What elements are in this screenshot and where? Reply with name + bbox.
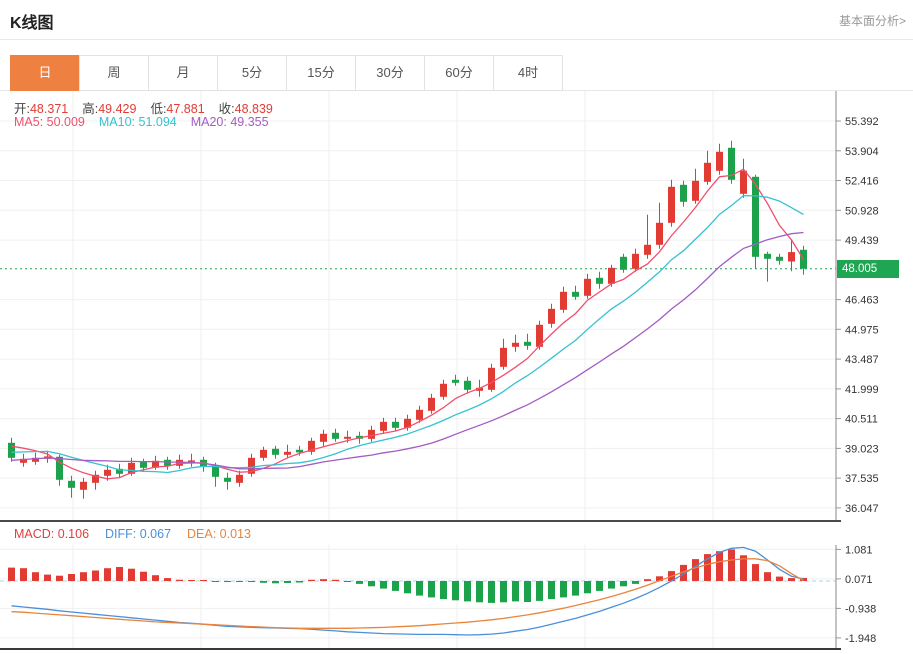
readout-item: 低:47.881: [150, 102, 218, 116]
svg-text:37.535: 37.535: [845, 473, 879, 485]
tab-月[interactable]: 月: [148, 55, 218, 91]
readout-item: MA5: 50.009: [14, 115, 85, 129]
ma-readout: MA5: 50.009 MA10: 51.094 MA20: 49.355: [14, 115, 283, 129]
svg-text:46.463: 46.463: [845, 295, 879, 307]
chart-bottom-border: [0, 648, 841, 650]
macd-chart-svg[interactable]: 1.081 0.071 -0.938 -1.948: [0, 545, 913, 648]
svg-text:41.999: 41.999: [845, 384, 879, 396]
price-chart-svg[interactable]: 55.392 53.904 52.416 50.928 49.439 46.463 44.9…: [0, 91, 913, 520]
svg-text:53.904: 53.904: [845, 146, 879, 158]
readout-item: DEA: 0.013: [187, 527, 251, 541]
readout-item: MA20: 49.355: [191, 115, 269, 129]
svg-text:49.439: 49.439: [845, 235, 879, 247]
svg-text:1.081: 1.081: [845, 545, 873, 556]
readout-item: MACD: 0.106: [14, 527, 89, 541]
svg-text:50.928: 50.928: [845, 205, 879, 217]
tab-日[interactable]: 日: [10, 55, 80, 91]
svg-text:40.511: 40.511: [845, 414, 878, 426]
current-price-tag: 48.005: [837, 260, 899, 278]
svg-text:44.975: 44.975: [845, 324, 879, 336]
readout-item: 高:49.429: [82, 102, 150, 116]
svg-text:0.071: 0.071: [845, 574, 873, 586]
page-title: K线图: [10, 9, 54, 33]
tab-30分[interactable]: 30分: [355, 55, 425, 91]
svg-text:36.047: 36.047: [845, 503, 879, 515]
panel-separator: [0, 520, 841, 522]
svg-text:55.392: 55.392: [845, 116, 879, 128]
svg-text:39.023: 39.023: [845, 443, 879, 455]
readout-item: 收:48.839: [219, 102, 287, 116]
fundamental-analysis-link[interactable]: 基本面分析>: [839, 12, 906, 29]
svg-text:52.416: 52.416: [845, 176, 879, 188]
svg-text:43.487: 43.487: [845, 354, 879, 366]
tab-周[interactable]: 周: [79, 55, 149, 91]
page-header: K线图 基本面分析>: [0, 0, 913, 40]
chart-area: 55.392 53.904 52.416 50.928 49.439 46.463 44.9…: [0, 91, 913, 653]
interval-tabs: 日周月5分15分30分60分4时: [0, 55, 913, 91]
kline-page: K线图 基本面分析> 日周月5分15分30分60分4时 55.392 53.904…: [0, 0, 913, 654]
macd-readout: MACD: 0.106 DIFF: 0.067 DEA: 0.013: [14, 527, 267, 541]
readout-item: MA10: 51.094: [99, 115, 177, 129]
tab-60分[interactable]: 60分: [424, 55, 494, 91]
tab-5分[interactable]: 5分: [217, 55, 287, 91]
readout-item: DIFF: 0.067: [105, 527, 171, 541]
tab-4时[interactable]: 4时: [493, 55, 563, 91]
readout-item: 开:48.371: [14, 102, 82, 116]
tab-15分[interactable]: 15分: [286, 55, 356, 91]
svg-text:-0.938: -0.938: [845, 603, 876, 615]
svg-text:-1.948: -1.948: [845, 633, 876, 645]
